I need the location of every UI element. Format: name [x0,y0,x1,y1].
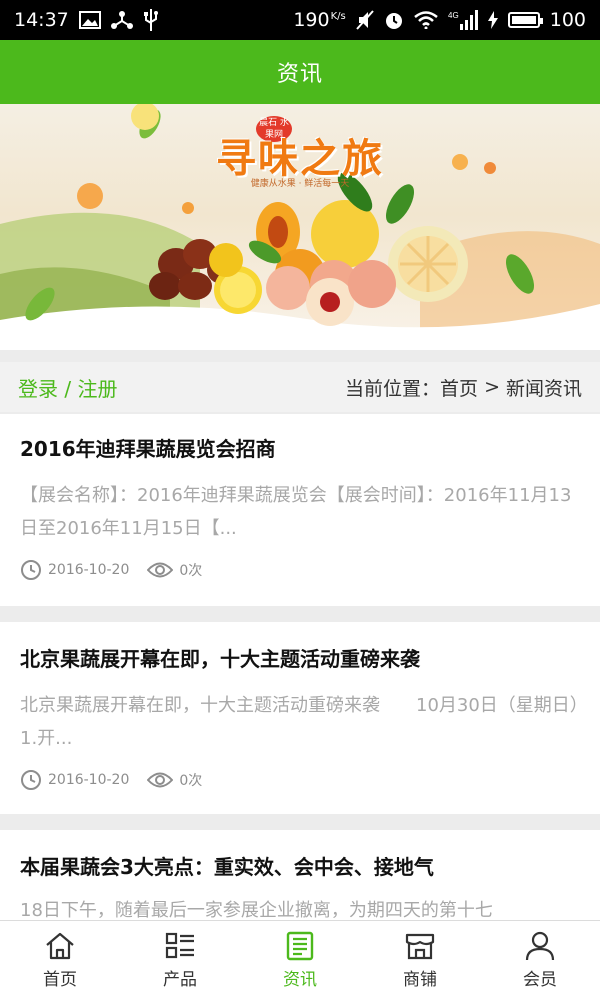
title-bar: 资讯 [0,40,600,104]
promo-banner[interactable]: 晨石 水果网 寻味之旅 健康从水果 · 鲜活每一天 [0,104,600,350]
banner-subtitle: 健康从水果 · 鲜活每一天 [250,179,350,189]
news-title: 2016年迪拜果蔬展览会招商 [20,437,276,461]
nav-label: 首页 [43,970,77,990]
nav-label: 资讯 [283,970,317,990]
news-title: 本届果蔬会3大亮点：重实效、会中会、接地气 [20,855,434,879]
news-views: 0次 [179,563,203,579]
nav-label: 会员 [523,970,557,990]
login-register-link[interactable]: 登录 / 注册 [18,373,117,402]
usb-icon [143,9,159,31]
clock: 14:37 [14,9,69,31]
nav-shops[interactable]: 商铺 [360,921,480,1000]
clock-icon [21,770,41,790]
news-summary: 18日下午，随着最后一家参展企业撤离，为期四天的第十七 [20,900,493,921]
breadcrumb-row: 登录 / 注册 当前位置： 首页 > 新闻资讯 [0,362,600,412]
battery-level [511,16,536,24]
news-summary: 北京果蔬展开幕在即，十大主题活动重磅来袭 10月30日（星期日） 1.开... [20,695,580,749]
news-summary: 【展会名称】：2016年迪拜果蔬展览会【展会时间】：2016年11月13日至20… [20,485,572,539]
mute-icon [355,10,374,30]
share-icon [110,10,133,30]
breadcrumb-prefix: 当前位置： [345,377,441,400]
page-title: 资讯 [276,62,323,87]
breadcrumb-home[interactable]: 首页 [440,374,478,401]
nav-label: 商铺 [403,970,437,990]
shop-icon [405,933,435,960]
nav-products[interactable]: 产品 [120,921,240,1000]
battery-percent: 100 [549,9,586,31]
news-icon [286,931,314,961]
nav-member[interactable]: 会员 [480,921,600,1000]
alarm-icon [384,10,404,30]
eye-icon [147,772,174,788]
news-meta: 2016-10-20 0次 [20,559,580,581]
news-date: 2016-10-20 [48,562,130,578]
news-meta: 2016-10-20 0次 [20,769,580,791]
news-date: 2016-10-20 [48,772,130,788]
eye-icon [147,562,174,578]
bottom-navigation: 首页 产品 资讯 商铺 会员 [0,920,600,1000]
status-bar: 14:37 190K/s 4G 100 [0,0,600,40]
clock-icon [21,560,41,580]
gallery-icon [78,11,101,29]
nav-news[interactable]: 资讯 [240,921,360,1000]
breadcrumb-current: 新闻资讯 [505,377,582,400]
news-title: 北京果蔬展开幕在即，十大主题活动重磅来袭 [20,647,420,671]
wifi-icon [413,11,438,29]
news-item[interactable]: 本届果蔬会3大亮点：重实效、会中会、接地气 18日下午，随着最后一家参展企业撤离… [0,830,600,922]
grid-list-icon [165,932,194,959]
user-icon [525,931,555,961]
home-icon [46,932,74,960]
signal-icon: 4G [448,10,478,30]
network-speed: 190K/s [293,9,346,31]
nav-home[interactable]: 首页 [0,921,120,1000]
breadcrumb: 当前位置： 首页 > 新闻资讯 [345,374,582,401]
nav-label: 产品 [163,970,197,990]
news-item[interactable]: 北京果蔬展开幕在即，十大主题活动重磅来袭 北京果蔬展开幕在即，十大主题活动重磅来… [0,622,600,814]
news-views: 0次 [179,773,203,789]
svg-text:4G: 4G [448,11,459,20]
news-item[interactable]: 2016年迪拜果蔬展览会招商 【展会名称】：2016年迪拜果蔬展览会【展会时间】… [0,414,600,606]
breadcrumb-separator: > [484,376,500,398]
charging-icon [487,11,498,29]
battery-icon [507,12,543,28]
